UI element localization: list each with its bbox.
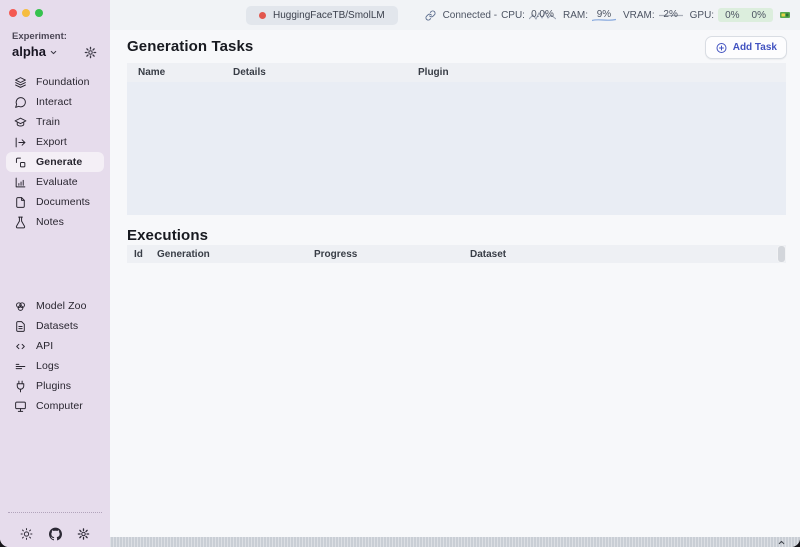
plug-icon	[14, 380, 27, 393]
top-status-bar: HuggingFaceTB/SmolLM Connected - CPU: 0.…	[110, 0, 800, 30]
model-status-dot-icon	[259, 12, 266, 19]
cpu-value: 0.0%	[531, 9, 554, 20]
ram-label: RAM:	[563, 10, 588, 21]
vram-sparkline: 2%	[659, 9, 683, 22]
minimize-window-button[interactable]	[22, 9, 30, 17]
cpu-label: CPU:	[501, 10, 525, 21]
sidebar-item-label: Train	[36, 116, 60, 128]
gpu-usage-chip: 0% 0%	[718, 8, 773, 22]
sidebar-item-export[interactable]: Export	[6, 132, 104, 152]
column-header-dataset: Dataset	[470, 249, 506, 260]
sidebar-item-generate[interactable]: Generate	[6, 152, 104, 172]
app-window: Experiment: alpha Foundation Interact Tr…	[0, 0, 800, 547]
ram-value: 9%	[597, 9, 611, 20]
plus-circle-icon	[715, 42, 728, 54]
column-header-id: Id	[134, 249, 157, 260]
executions-table-header: Id Generation Progress Dataset	[127, 245, 786, 263]
sidebar-nav-primary: Foundation Interact Train Export Generat…	[6, 72, 104, 232]
generate-icon	[14, 156, 27, 169]
sidebar-item-api[interactable]: API	[6, 336, 104, 356]
bottom-scroll-strip[interactable]	[110, 537, 800, 547]
theme-sun-icon[interactable]	[20, 527, 33, 541]
zoom-window-button[interactable]	[35, 9, 43, 17]
sidebar-item-label: API	[36, 340, 53, 352]
experiment-selector[interactable]: alpha	[12, 44, 58, 59]
file-text-icon	[14, 320, 27, 333]
sidebar-item-foundation[interactable]: Foundation	[6, 72, 104, 92]
generation-tasks-title: Generation Tasks	[127, 38, 253, 55]
logs-icon	[14, 360, 27, 373]
bar-chart-icon	[14, 176, 27, 189]
executions-title: Executions	[127, 227, 208, 244]
add-task-label: Add Task	[733, 42, 777, 53]
sidebar-item-logs[interactable]: Logs	[6, 356, 104, 376]
sidebar-footer	[0, 527, 110, 541]
add-task-button[interactable]: Add Task	[705, 36, 787, 59]
document-icon	[14, 196, 27, 209]
sidebar: Experiment: alpha Foundation Interact Tr…	[0, 0, 110, 547]
gpu-value-1: 0%	[725, 10, 739, 21]
sidebar-item-label: Evaluate	[36, 176, 78, 188]
chevron-down-icon	[49, 48, 58, 57]
sidebar-item-label: Generate	[36, 156, 82, 168]
sidebar-item-model-zoo[interactable]: Model Zoo	[6, 296, 104, 316]
github-icon[interactable]	[49, 527, 62, 541]
sidebar-item-computer[interactable]: Computer	[6, 396, 104, 416]
gpu-label: GPU:	[690, 10, 714, 21]
flask-icon	[14, 216, 27, 229]
column-header-progress: Progress	[314, 249, 470, 260]
sidebar-item-label: Notes	[36, 216, 64, 228]
sidebar-item-datasets[interactable]: Datasets	[6, 316, 104, 336]
experiment-name: alpha	[12, 44, 46, 59]
sidebar-item-evaluate[interactable]: Evaluate	[6, 172, 104, 192]
close-window-button[interactable]	[9, 9, 17, 17]
column-header-name: Name	[138, 67, 233, 78]
sidebar-item-label: Interact	[36, 96, 72, 108]
model-zoo-icon	[14, 300, 27, 313]
generation-tasks-table-body-empty	[127, 82, 786, 215]
sidebar-item-plugins[interactable]: Plugins	[6, 376, 104, 396]
graduation-cap-icon	[14, 116, 27, 129]
sidebar-item-label: Computer	[36, 400, 83, 412]
connection-status-text: Connected -	[443, 10, 497, 21]
cpu-sparkline: 0.0%	[529, 9, 556, 22]
sidebar-item-interact[interactable]: Interact	[6, 92, 104, 112]
chat-bubble-icon	[14, 96, 27, 109]
vram-value: 2%	[663, 9, 677, 20]
export-arrow-icon	[14, 136, 27, 149]
system-stats: Connected - CPU: 0.0% RAM: 9% VRAM: 2% G…	[425, 0, 791, 30]
sidebar-item-documents[interactable]: Documents	[6, 192, 104, 212]
chevron-up-icon[interactable]	[775, 538, 788, 547]
sidebar-item-label: Foundation	[36, 76, 90, 88]
layers-icon	[14, 76, 27, 89]
current-model-pill[interactable]: HuggingFaceTB/SmolLM	[246, 6, 398, 25]
generation-tasks-table-header: Name Details Plugin	[127, 63, 786, 82]
column-header-plugin: Plugin	[418, 67, 449, 78]
current-model-name: HuggingFaceTB/SmolLM	[273, 10, 385, 21]
sidebar-item-label: Plugins	[36, 380, 71, 392]
monitor-icon	[14, 400, 27, 413]
column-header-details: Details	[233, 67, 418, 78]
executions-scrollbar-thumb[interactable]	[778, 246, 785, 262]
sidebar-item-label: Export	[36, 136, 67, 148]
sidebar-nav-secondary: Model Zoo Datasets API Logs Plugins Comp…	[6, 296, 104, 416]
sidebar-item-label: Model Zoo	[36, 300, 87, 312]
connection-link-icon	[425, 10, 436, 21]
gpu-value-2: 0%	[752, 10, 766, 21]
sidebar-item-label: Datasets	[36, 320, 78, 332]
sidebar-item-label: Documents	[36, 196, 90, 208]
vram-label: VRAM:	[623, 10, 655, 21]
ram-sparkline: 9%	[592, 9, 616, 22]
traffic-lights	[9, 9, 43, 17]
settings-gear-icon[interactable]	[77, 527, 90, 541]
experiment-settings-gear-icon[interactable]	[84, 46, 97, 59]
sidebar-divider	[8, 512, 102, 513]
sidebar-item-train[interactable]: Train	[6, 112, 104, 132]
gpu-card-icon	[779, 9, 791, 21]
column-header-generation: Generation	[157, 249, 314, 260]
experiment-label: Experiment:	[12, 31, 67, 42]
code-brackets-icon	[14, 340, 27, 353]
sidebar-item-notes[interactable]: Notes	[6, 212, 104, 232]
sidebar-item-label: Logs	[36, 360, 59, 372]
